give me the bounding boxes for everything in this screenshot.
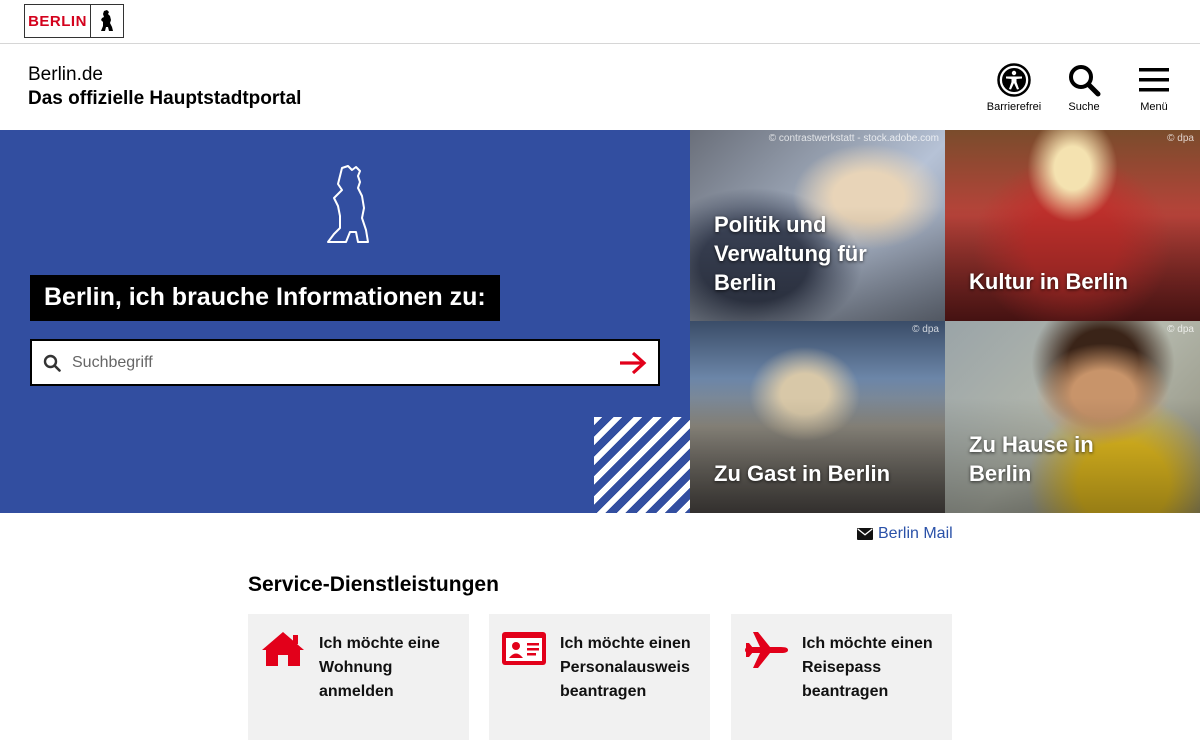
search-icon (1067, 62, 1101, 98)
accessibility-label: Barrierefrei (986, 101, 1042, 113)
services-heading: Service-Dienstleistungen (248, 573, 499, 596)
image-credit: © dpa (912, 324, 939, 335)
bear-logo-icon (91, 5, 123, 37)
accessibility-icon (997, 62, 1031, 98)
decorative-stripes (594, 417, 690, 513)
tile-politik-verwaltung[interactable]: © contrastwerkstatt - stock.adobe.com Po… (690, 130, 945, 321)
hero-search-panel: Berlin, ich brauche Informationen zu: (0, 130, 690, 513)
menu-label: Menü (1140, 101, 1168, 113)
image-credit: © dpa (1167, 133, 1194, 144)
service-card-wohnung-anmelden[interactable]: Ich möchte eine Wohnung anmelden (248, 614, 469, 740)
hero-search-box (30, 339, 660, 386)
berlin-logo[interactable]: BERLIN (24, 4, 124, 38)
top-logo-bar: BERLIN (0, 0, 1200, 44)
site-name[interactable]: Berlin.de (28, 64, 103, 86)
tile-title: Kultur in Berlin (969, 269, 1128, 294)
tile-zu-gast[interactable]: © dpa Zu Gast in Berlin (690, 321, 945, 513)
tile-title: Zu Gast in Berlin (714, 461, 891, 486)
service-card-personalausweis[interactable]: Ich möchte einen Personalausweis beantra… (489, 614, 710, 740)
search-field-icon (32, 354, 72, 372)
tile-zu-hause[interactable]: © dpa Zu Hause in Berlin (945, 321, 1200, 513)
house-icon (260, 630, 306, 670)
airplane-icon (743, 630, 789, 670)
hamburger-menu-icon (1139, 62, 1169, 98)
search-label: Suche (1068, 101, 1100, 113)
service-card-text: Ich möchte einen Personalausweis beantra… (560, 635, 691, 700)
arrow-right-icon (620, 351, 647, 374)
tile-kultur[interactable]: © dpa Kultur in Berlin (945, 130, 1200, 321)
service-card-text: Ich möchte einen Reisepass beantragen (802, 635, 933, 700)
service-card-reisepass[interactable]: Ich möchte einen Reisepass beantragen (731, 614, 952, 740)
image-credit: © contrastwerkstatt - stock.adobe.com (768, 133, 939, 144)
site-header: Berlin.de Das offizielle Hauptstadtporta… (0, 44, 1200, 130)
envelope-icon (857, 528, 873, 540)
search-input[interactable] (72, 353, 608, 372)
search-button[interactable]: Suche (1056, 62, 1112, 113)
search-submit-button[interactable] (608, 351, 658, 375)
service-card-text: Ich möchte eine Wohnung anmelden (319, 635, 440, 700)
logo-text: BERLIN (25, 5, 91, 37)
berlin-mail-label: Berlin Mail (878, 525, 953, 542)
header-tools: Barrierefrei Suche Menü (986, 62, 1182, 113)
berlin-mail-link[interactable]: Berlin Mail (857, 525, 953, 543)
menu-button[interactable]: Menü (1126, 62, 1182, 113)
bear-outline-icon (322, 162, 374, 251)
tile-title: Zu Hause in Berlin (969, 432, 1094, 486)
id-card-icon (501, 630, 547, 670)
hero-title: Berlin, ich brauche Informationen zu: (30, 275, 500, 321)
site-tagline[interactable]: Das offizielle Hauptstadtportal (28, 88, 301, 110)
image-credit: © dpa (1167, 324, 1194, 335)
tile-title: Politik und Verwaltung für Berlin (714, 212, 867, 295)
accessibility-button[interactable]: Barrierefrei (986, 62, 1042, 113)
